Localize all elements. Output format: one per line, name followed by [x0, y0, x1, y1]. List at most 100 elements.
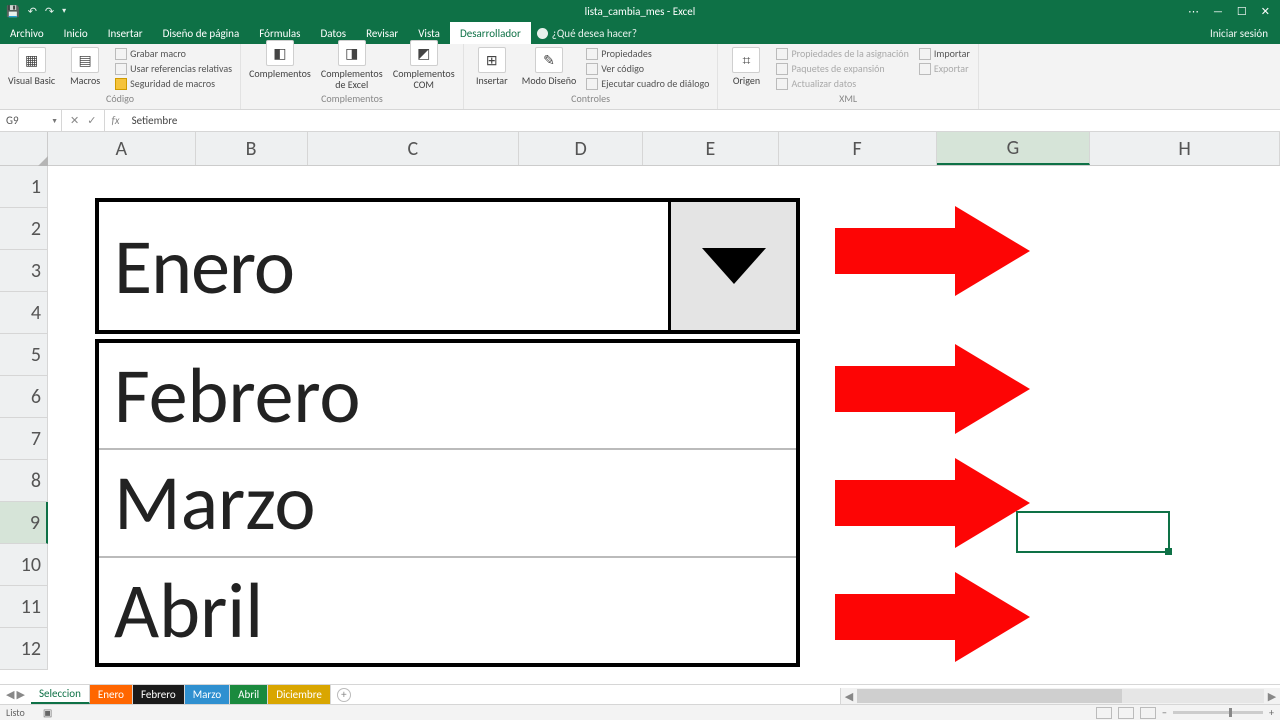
excel-addins-button[interactable]: ◨Complementos de Excel — [321, 40, 383, 90]
run-dialog-button[interactable]: Ejecutar cuadro de diálogo — [586, 77, 709, 90]
xml-source-icon: ⌗ — [732, 47, 760, 73]
sheet-tab-abril[interactable]: Abril — [230, 685, 268, 704]
list-item[interactable]: Febrero — [99, 343, 796, 450]
new-sheet-button[interactable]: + — [337, 688, 351, 702]
row-headers[interactable]: 123456789101112 — [0, 166, 48, 670]
tab-inicio[interactable]: Inicio — [54, 22, 98, 44]
macro-record-status-icon[interactable]: ▣ — [43, 706, 52, 719]
xml-source-button[interactable]: ⌗Origen — [726, 47, 766, 86]
macros-button[interactable]: ▤Macros — [65, 47, 105, 86]
insert-control-button[interactable]: ⊞Insertar — [472, 47, 512, 86]
redo-icon[interactable]: ↷ — [45, 5, 54, 18]
column-headers[interactable]: ABCDEFGH — [0, 132, 1280, 166]
sheet-surface[interactable]: Enero Febrero Marzo Abril — [48, 166, 1280, 684]
tab-archivo[interactable]: Archivo — [0, 22, 54, 44]
cancel-formula-icon[interactable]: ✕ — [70, 114, 79, 127]
row-header[interactable]: 12 — [0, 628, 48, 670]
name-box[interactable]: G9▼ — [0, 110, 62, 131]
month-dropdown-button[interactable] — [668, 202, 796, 330]
row-header[interactable]: 5 — [0, 334, 48, 376]
xml-expansion-button[interactable]: Paquetes de expansión — [776, 62, 908, 75]
properties-icon — [586, 48, 598, 60]
addins-button[interactable]: ◧Complementos — [249, 40, 311, 79]
column-header[interactable]: E — [643, 132, 779, 165]
quick-access-toolbar[interactable]: 💾 ↶ ↷ ▾ — [0, 5, 66, 18]
column-header[interactable]: C — [308, 132, 520, 165]
tab-diseno-pagina[interactable]: Diseño de página — [153, 22, 250, 44]
zoom-slider[interactable] — [1173, 711, 1263, 714]
relative-refs-button[interactable]: Usar referencias relativas — [115, 62, 232, 75]
tab-insertar[interactable]: Insertar — [98, 22, 153, 44]
row-header[interactable]: 10 — [0, 544, 48, 586]
column-header[interactable]: F — [779, 132, 937, 165]
column-header[interactable]: B — [196, 132, 308, 165]
sheet-tab-diciembre[interactable]: Diciembre — [268, 685, 331, 704]
horizontal-scrollbar[interactable]: ◀ ▶ — [840, 688, 1280, 704]
tell-me-search[interactable]: ¿Qué desea hacer? — [537, 27, 637, 40]
xml-map-props-button[interactable]: Propiedades de la asignación — [776, 47, 908, 60]
com-addins-button[interactable]: ◩Complementos COM — [393, 40, 455, 90]
row-header[interactable]: 8 — [0, 460, 48, 502]
row-header[interactable]: 2 — [0, 208, 48, 250]
sheet-tab-marzo[interactable]: Marzo — [185, 685, 230, 704]
formula-value[interactable]: Setiembre — [126, 114, 178, 127]
xml-export-button[interactable]: Exportar — [919, 62, 970, 75]
sheet-tab-febrero[interactable]: Febrero — [133, 685, 185, 704]
run-dialog-icon — [586, 78, 598, 90]
view-page-break-icon[interactable] — [1140, 707, 1156, 719]
xml-import-button[interactable]: Importar — [919, 47, 970, 60]
row-header[interactable]: 11 — [0, 586, 48, 628]
row-header[interactable]: 3 — [0, 250, 48, 292]
ribbon-group-code: ▦Visual Basic ▤Macros Grabar macro Usar … — [0, 44, 241, 109]
ribbon-group-xml: ⌗Origen Propiedades de la asignación Paq… — [718, 44, 978, 109]
undo-icon[interactable]: ↶ — [28, 5, 37, 18]
spreadsheet-grid[interactable]: ABCDEFGH 123456789101112 Enero Febrero M… — [0, 132, 1280, 684]
maximize-button[interactable]: ☐ — [1237, 5, 1247, 18]
scroll-thumb[interactable] — [857, 689, 1122, 703]
fx-icon[interactable]: fx — [105, 114, 125, 127]
month-dropdown[interactable]: Enero — [95, 198, 800, 334]
row-header[interactable]: 6 — [0, 376, 48, 418]
minimize-button[interactable]: — — [1213, 5, 1223, 18]
column-header[interactable]: D — [519, 132, 643, 165]
visual-basic-button[interactable]: ▦Visual Basic — [8, 47, 55, 86]
column-header[interactable]: H — [1090, 132, 1280, 165]
properties-button[interactable]: Propiedades — [586, 47, 709, 60]
sheet-tab-bar: ◀▶ Seleccion Enero Febrero Marzo Abril D… — [0, 684, 1280, 704]
import-icon — [919, 48, 931, 60]
list-item[interactable]: Marzo — [99, 450, 796, 557]
view-normal-icon[interactable] — [1096, 707, 1112, 719]
xml-refresh-button[interactable]: Actualizar datos — [776, 77, 908, 90]
column-header[interactable]: A — [48, 132, 196, 165]
sheet-nav[interactable]: ◀▶ — [0, 688, 31, 701]
row-header[interactable]: 1 — [0, 166, 48, 208]
scroll-left-icon[interactable]: ◀ — [841, 690, 857, 703]
list-item[interactable]: Abril — [99, 558, 796, 663]
zoom-out-button[interactable]: − — [1162, 706, 1167, 719]
record-macro-button[interactable]: Grabar macro — [115, 47, 232, 60]
enter-formula-icon[interactable]: ✓ — [87, 114, 96, 127]
qat-more-icon[interactable]: ▾ — [62, 6, 66, 16]
insert-control-icon: ⊞ — [478, 47, 506, 73]
row-header[interactable]: 4 — [0, 292, 48, 334]
design-mode-button[interactable]: ✎Modo Diseño — [522, 47, 576, 86]
column-header[interactable]: G — [937, 132, 1091, 165]
zoom-in-button[interactable]: + — [1269, 706, 1274, 719]
sheet-tab-enero[interactable]: Enero — [90, 685, 133, 704]
ribbon-options-icon[interactable]: ⋯ — [1188, 5, 1199, 18]
sheet-tab-seleccion[interactable]: Seleccion — [31, 685, 90, 704]
view-page-layout-icon[interactable] — [1118, 707, 1134, 719]
row-header[interactable]: 9 — [0, 502, 48, 544]
sign-in-link[interactable]: Iniciar sesión — [1210, 27, 1280, 40]
month-dropdown-list[interactable]: Febrero Marzo Abril — [95, 339, 800, 667]
active-cell[interactable] — [1016, 511, 1170, 553]
close-button[interactable]: ✕ — [1261, 5, 1270, 18]
arrow-right-icon — [835, 458, 1035, 548]
view-code-button[interactable]: Ver código — [586, 62, 709, 75]
scroll-right-icon[interactable]: ▶ — [1264, 690, 1280, 703]
row-header[interactable]: 7 — [0, 418, 48, 460]
bulb-icon — [537, 28, 548, 39]
macro-security-button[interactable]: Seguridad de macros — [115, 77, 232, 90]
save-icon[interactable]: 💾 — [6, 5, 20, 18]
tab-desarrollador[interactable]: Desarrollador — [450, 22, 531, 44]
